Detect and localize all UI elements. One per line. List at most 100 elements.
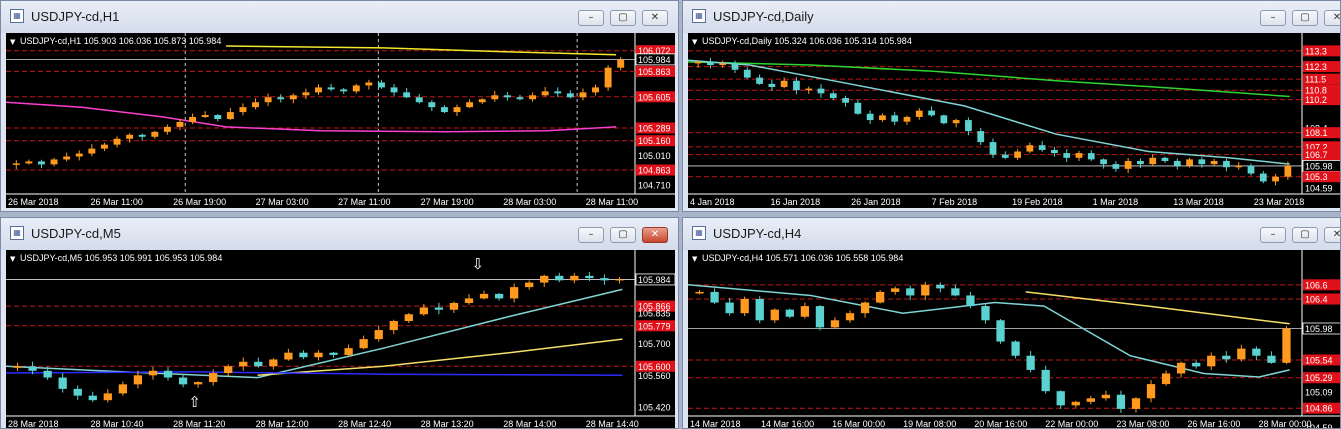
candle-body [936, 284, 945, 289]
candle-body [805, 88, 813, 91]
window-titlebar[interactable]: ▦ USDJPY-cd,Daily – ▢ ✕ [683, 1, 1340, 33]
candle-body [63, 156, 71, 160]
candle-body [239, 107, 247, 113]
candle-body [289, 95, 297, 100]
candle-body [875, 291, 885, 303]
candle-body [965, 120, 972, 132]
time-label: 28 Mar 11:00 [586, 197, 638, 207]
candle-body [1051, 149, 1058, 154]
candle-body [1198, 159, 1206, 165]
time-label: 19 Feb 2018 [1012, 197, 1063, 207]
close-button[interactable]: ✕ [642, 227, 668, 243]
candle-body [1235, 165, 1243, 168]
candle-body [879, 115, 886, 121]
candle-body [1210, 160, 1218, 165]
candle-body [615, 279, 624, 281]
chart-window-h1[interactable]: ▦ USDJPY-cd,H1 – ▢ ✕ ▼ USDJPY-cd,H1 105.9… [0, 0, 679, 212]
candle-body [540, 275, 549, 283]
candle-body [1131, 398, 1141, 409]
window-title: USDJPY-cd,Daily [713, 9, 814, 24]
candle-body [226, 112, 234, 119]
candle-body [403, 92, 411, 98]
candle-body [740, 299, 749, 314]
candle-body [1186, 159, 1193, 166]
time-label: 28 Mar 14:00 [503, 419, 556, 429]
moving-average-line [6, 371, 623, 377]
price-chart[interactable]: ▼ USDJPY-cd,H4 105.571 106.036 105.558 10… [688, 250, 1340, 429]
window-titlebar[interactable]: ▦ USDJPY-cd,M5 – ▢ ✕ [1, 218, 678, 250]
chart-window-m5[interactable]: ▦ USDJPY-cd,M5 – ▢ ✕ ⇩ ⇧ ▼ USDJPY-cd,M5 105… [0, 217, 679, 429]
candle-body [434, 307, 444, 310]
price-label: 105.98 [1305, 324, 1333, 334]
restore-button[interactable]: ▢ [1292, 10, 1318, 26]
candle-body [815, 306, 825, 328]
time-label: 28 Mar 2018 [8, 419, 59, 429]
restore-button[interactable]: ▢ [1292, 227, 1318, 243]
price-label: 105.09 [1305, 387, 1333, 397]
candle-body [1056, 391, 1065, 406]
time-label: 26 Jan 2018 [851, 197, 901, 207]
candle-body [785, 309, 794, 317]
candle-body [428, 102, 436, 108]
candle-body [940, 115, 948, 124]
candle-body [503, 95, 511, 98]
window-titlebar[interactable]: ▦ USDJPY-cd,H4 – ▢ ✕ [683, 218, 1340, 250]
price-label: 104.86 [1305, 404, 1333, 414]
candle-body [50, 159, 58, 165]
moving-average-line [226, 45, 617, 56]
candle-body [554, 91, 562, 94]
time-label: 1 Mar 2018 [1093, 197, 1139, 207]
candle-body [404, 314, 413, 322]
time-label: 28 Mar 03:00 [503, 197, 556, 207]
chart-svg: ▼ USDJPY-cd,Daily 105.324 106.036 105.314… [688, 33, 1340, 207]
candle-body [329, 352, 338, 355]
chart-window-icon: ▦ [10, 226, 24, 240]
price-chart[interactable]: ▼ USDJPY-cd,Daily 105.324 106.036 105.314… [688, 33, 1340, 208]
candle-body [75, 153, 83, 157]
candle-body [694, 61, 702, 64]
candle-body [163, 126, 171, 132]
candle-body [113, 138, 121, 145]
chart-window-h4[interactable]: ▦ USDJPY-cd,H4 – ▢ ✕ ▼ USDJPY-cd,H4 105.5… [682, 217, 1341, 429]
time-label: 28 Mar 12:40 [338, 419, 391, 429]
time-label: 19 Mar 08:00 [903, 419, 956, 429]
close-button[interactable]: ✕ [1324, 10, 1340, 26]
time-label: 26 Mar 11:00 [91, 197, 143, 207]
price-chart[interactable]: ⇩ ⇧ ▼ USDJPY-cd,M5 105.953 105.991 105.953 … [6, 250, 675, 429]
close-button[interactable]: ✕ [1324, 227, 1340, 243]
candle-body [1026, 355, 1035, 370]
candle-body [133, 375, 143, 385]
time-label: 27 Mar 19:00 [421, 197, 474, 207]
chart-info-text: USDJPY-cd,H1 105.903 106.036 105.873 105… [20, 36, 221, 46]
candle-body [315, 87, 322, 93]
time-label: 26 Mar 19:00 [173, 197, 226, 207]
price-chart[interactable]: ▼ USDJPY-cd,H1 105.903 106.036 105.873 10… [6, 33, 675, 208]
minimize-button[interactable]: – [1260, 10, 1286, 26]
candle-body [25, 161, 33, 164]
candle-body [1149, 157, 1157, 165]
minimize-button[interactable]: – [1260, 227, 1286, 243]
window-titlebar[interactable]: ▦ USDJPY-cd,H1 – ▢ ✕ [1, 1, 678, 33]
price-label: 105.98 [1305, 161, 1333, 171]
candle-body [1222, 355, 1231, 360]
candle-body [509, 287, 519, 299]
close-button[interactable]: ✕ [642, 10, 668, 26]
candle-body [1161, 157, 1169, 161]
price-label: 105.605 [638, 92, 671, 102]
candle-body [1071, 401, 1080, 406]
chart-window-daily[interactable]: ▦ USDJPY-cd,Daily – ▢ ✕ ▼ USDJPY-cd,Daily… [682, 0, 1341, 212]
candle-body [525, 282, 534, 288]
time-label: 27 Mar 11:00 [338, 197, 390, 207]
restore-button[interactable]: ▢ [610, 10, 636, 26]
candle-body [269, 359, 278, 367]
candle-body [264, 97, 272, 103]
restore-button[interactable]: ▢ [610, 227, 636, 243]
candle-body [389, 321, 398, 331]
minimize-button[interactable]: – [578, 227, 604, 243]
time-label: 14 Mar 2018 [690, 419, 741, 429]
candle-body [1086, 398, 1095, 402]
candle-body [903, 116, 911, 122]
candle-body [491, 95, 499, 100]
minimize-button[interactable]: – [578, 10, 604, 26]
price-label: 105.289 [638, 123, 671, 133]
